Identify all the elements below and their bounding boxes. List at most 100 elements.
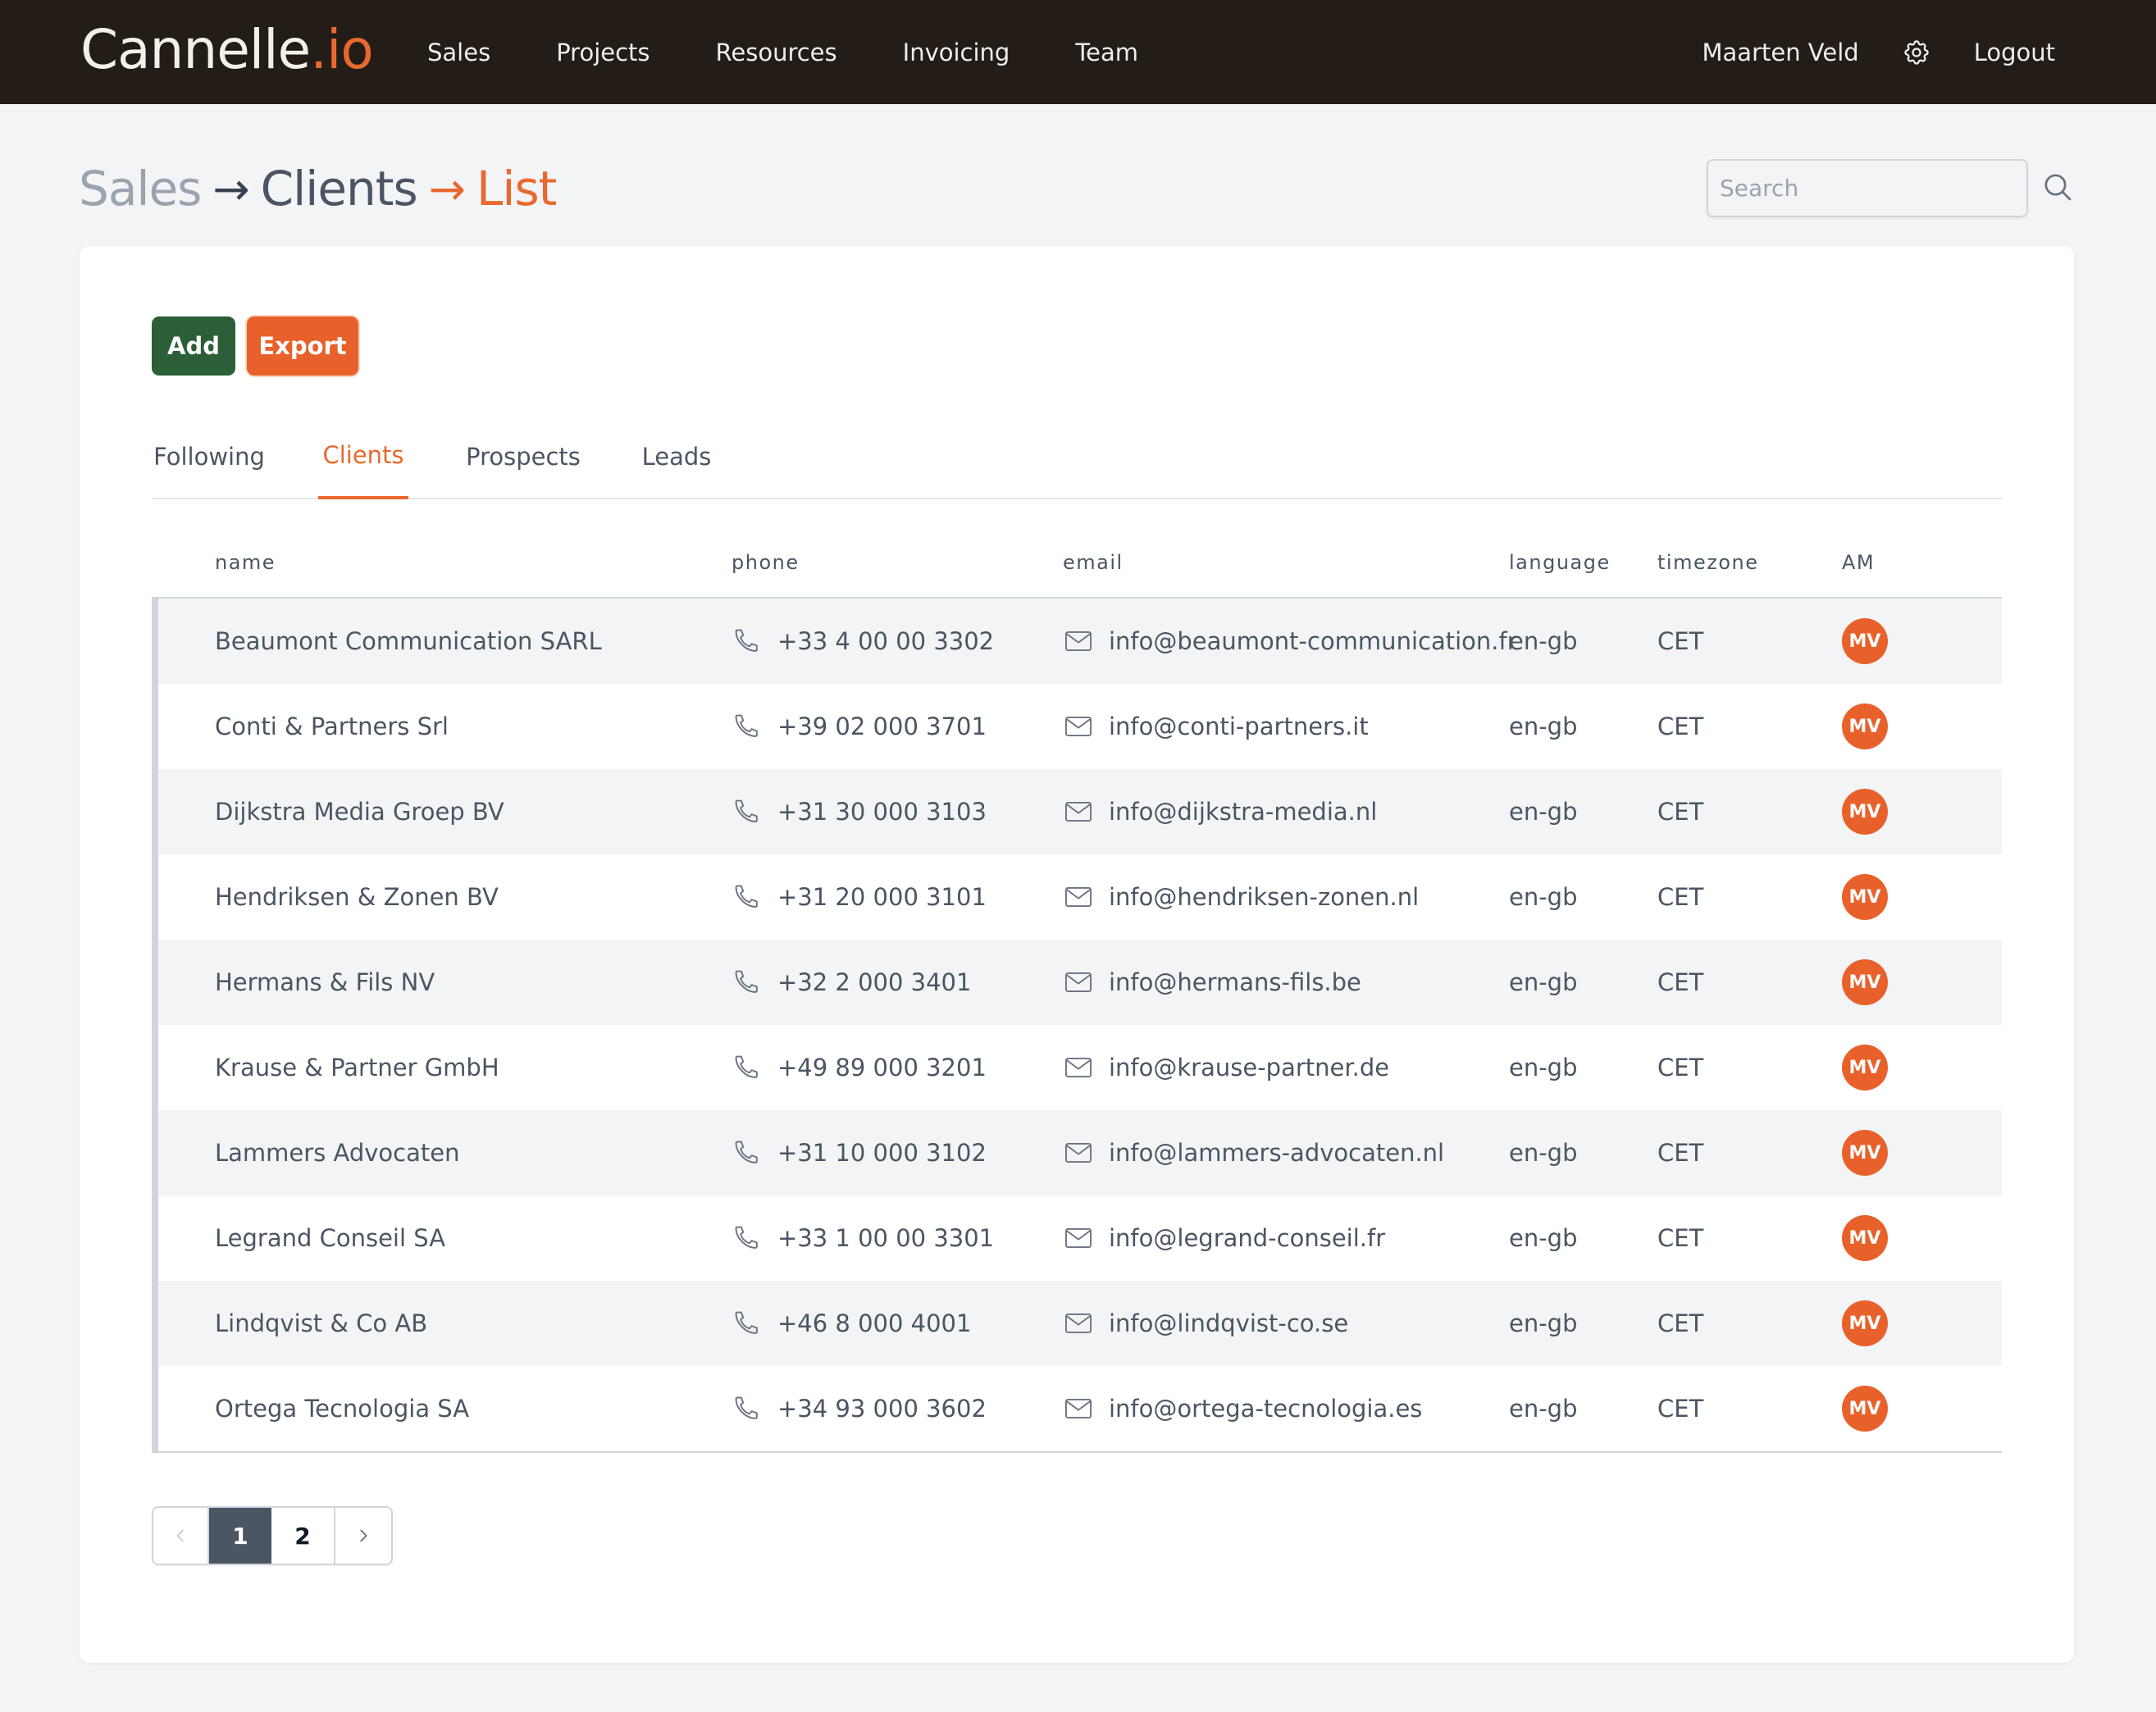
table-row[interactable]: Hermans & Fils NV +32 2 000 3401 info@herm…	[158, 940, 2002, 1025]
table-row[interactable]: Conti & Partners Srl +39 02 000 3701 info@…	[158, 684, 2002, 769]
avatar[interactable]: MV	[1842, 959, 1888, 1005]
phone-icon	[735, 1141, 758, 1163]
email-address[interactable]: info@ortega-tecnologia.es	[1109, 1395, 1422, 1423]
client-name-cell[interactable]: Dijkstra Media Groep BV	[215, 769, 504, 854]
language-cell: en-gb	[1509, 627, 1578, 655]
email-icon	[1065, 631, 1092, 652]
table-row[interactable]: Hendriksen & Zonen BV +31 20 000 3101 info…	[158, 854, 2002, 940]
chevron-right-icon	[360, 1529, 367, 1542]
avatar[interactable]: MV	[1842, 1386, 1888, 1432]
pagination-prev-button[interactable]	[153, 1508, 209, 1564]
client-name-cell[interactable]: Ortega Tecnologia SA	[215, 1366, 469, 1451]
table-row[interactable]: Lammers Advocaten +31 10 000 3102 info@lam…	[158, 1110, 2002, 1195]
table-row[interactable]: Legrand Conseil SA +33 1 00 00 3301 info@l…	[158, 1195, 2002, 1281]
email-address[interactable]: info@hermans-fils.be	[1109, 968, 1361, 996]
phone-number[interactable]: +31 10 000 3102	[777, 1139, 987, 1167]
tab-leads[interactable]: Leads	[636, 414, 718, 499]
avatar[interactable]: MV	[1842, 1300, 1888, 1346]
avatar[interactable]: MV	[1842, 703, 1888, 749]
timezone-cell: CET	[1657, 1224, 1704, 1252]
search-box	[1707, 159, 2072, 217]
nav-item-projects[interactable]: Projects	[556, 39, 650, 66]
email-icon	[1065, 1313, 1092, 1334]
email-icon	[1065, 801, 1092, 822]
pagination-page-2[interactable]: 2	[271, 1508, 335, 1564]
top-navbar: Cannelle.io Sales Projects Resources Inv…	[0, 0, 2156, 104]
email-address[interactable]: info@lindqvist-co.se	[1109, 1309, 1348, 1337]
client-name-cell[interactable]: Hermans & Fils NV	[215, 940, 435, 1025]
client-name-cell[interactable]: Beaumont Communication SARL	[215, 599, 602, 684]
search-icon[interactable]	[2041, 171, 2074, 203]
breadcrumb-arrow-icon: →	[428, 162, 466, 215]
email-address[interactable]: info@conti-partners.it	[1109, 713, 1369, 740]
logout-link[interactable]: Logout	[1974, 39, 2055, 66]
avatar[interactable]: MV	[1842, 1215, 1888, 1261]
pagination-page-1[interactable]: 1	[209, 1508, 271, 1564]
phone-number[interactable]: +34 93 000 3602	[777, 1395, 987, 1423]
am-cell: MV	[1842, 940, 1888, 1025]
search-input[interactable]	[1707, 159, 2028, 217]
phone-number[interactable]: +31 30 000 3103	[777, 798, 987, 826]
client-name-cell[interactable]: Conti & Partners Srl	[215, 684, 449, 769]
table-row[interactable]: Ortega Tecnologia SA +34 93 000 3602 info@…	[158, 1366, 2002, 1451]
column-header-timezone[interactable]: timezone	[1657, 551, 1758, 574]
breadcrumb-sales[interactable]: Sales	[79, 161, 202, 216]
client-name-cell[interactable]: Hendriksen & Zonen BV	[215, 854, 499, 940]
avatar[interactable]: MV	[1842, 1045, 1888, 1090]
email-address[interactable]: info@dijkstra-media.nl	[1109, 798, 1377, 826]
client-name-cell[interactable]: Krause & Partner GmbH	[215, 1025, 499, 1110]
table-row[interactable]: Dijkstra Media Groep BV +31 30 000 3103 in…	[158, 769, 2002, 854]
email-cell: info@krause-partner.de	[1063, 1025, 1389, 1110]
phone-number[interactable]: +39 02 000 3701	[777, 713, 987, 740]
column-header-am[interactable]: AM	[1842, 551, 1875, 574]
phone-number[interactable]: +33 4 00 00 3302	[777, 627, 994, 655]
phone-number[interactable]: +31 20 000 3101	[777, 883, 987, 911]
email-address[interactable]: info@krause-partner.de	[1109, 1054, 1389, 1081]
timezone-cell: CET	[1657, 1054, 1704, 1081]
column-header-email[interactable]: email	[1063, 551, 1124, 574]
column-header-name[interactable]: name	[215, 551, 276, 574]
app-logo[interactable]: Cannelle.io	[80, 18, 374, 81]
column-header-phone[interactable]: phone	[732, 551, 800, 574]
email-address[interactable]: info@lammers-advocaten.nl	[1109, 1139, 1444, 1167]
client-name-cell[interactable]: Lammers Advocaten	[215, 1110, 459, 1195]
phone-cell: +34 93 000 3602	[732, 1366, 987, 1451]
add-button[interactable]: Add	[152, 316, 235, 376]
email-icon	[1065, 1057, 1092, 1078]
table-row[interactable]: Beaumont Communication SARL +33 4 00 00 3…	[158, 599, 2002, 684]
avatar[interactable]: MV	[1842, 789, 1888, 835]
phone-number[interactable]: +32 2 000 3401	[777, 968, 971, 996]
tab-prospects[interactable]: Prospects	[462, 414, 585, 499]
avatar[interactable]: MV	[1842, 1130, 1888, 1176]
table-row[interactable]: Lindqvist & Co AB +46 8 000 4001 info@lind…	[158, 1281, 2002, 1366]
nav-item-sales[interactable]: Sales	[427, 39, 490, 66]
user-name[interactable]: Maarten Veld	[1702, 39, 1859, 66]
column-header-language[interactable]: language	[1509, 551, 1611, 574]
phone-icon	[735, 1055, 758, 1078]
nav-item-resources[interactable]: Resources	[716, 39, 837, 66]
email-address[interactable]: info@legrand-conseil.fr	[1109, 1224, 1385, 1252]
email-address[interactable]: info@beaumont-communication.fr	[1109, 627, 1517, 655]
email-cell: info@dijkstra-media.nl	[1063, 769, 1377, 854]
tab-clients[interactable]: Clients	[318, 414, 408, 499]
avatar[interactable]: MV	[1842, 618, 1888, 664]
phone-number[interactable]: +49 89 000 3201	[777, 1054, 987, 1081]
breadcrumb-clients[interactable]: Clients	[261, 161, 418, 216]
nav-item-team[interactable]: Team	[1075, 39, 1138, 66]
phone-icon	[735, 714, 758, 737]
avatar[interactable]: MV	[1842, 874, 1888, 920]
am-cell: MV	[1842, 854, 1888, 940]
clients-table: name phone email language timezone AM Be…	[152, 533, 2002, 1453]
email-address[interactable]: info@hendriksen-zonen.nl	[1109, 883, 1419, 911]
gear-icon[interactable]	[1902, 38, 1931, 67]
pagination-next-button[interactable]	[335, 1508, 391, 1564]
client-name-cell[interactable]: Legrand Conseil SA	[215, 1195, 445, 1281]
tab-following[interactable]: Following	[152, 414, 267, 499]
table-row[interactable]: Krause & Partner GmbH +49 89 000 3201 info…	[158, 1025, 2002, 1110]
client-name-cell[interactable]: Lindqvist & Co AB	[215, 1281, 427, 1366]
export-button[interactable]: Export	[247, 316, 358, 376]
nav-item-invoicing[interactable]: Invoicing	[903, 39, 1010, 66]
phone-number[interactable]: +46 8 000 4001	[777, 1309, 971, 1337]
phone-number[interactable]: +33 1 00 00 3301	[777, 1224, 994, 1252]
language-cell: en-gb	[1509, 968, 1578, 996]
